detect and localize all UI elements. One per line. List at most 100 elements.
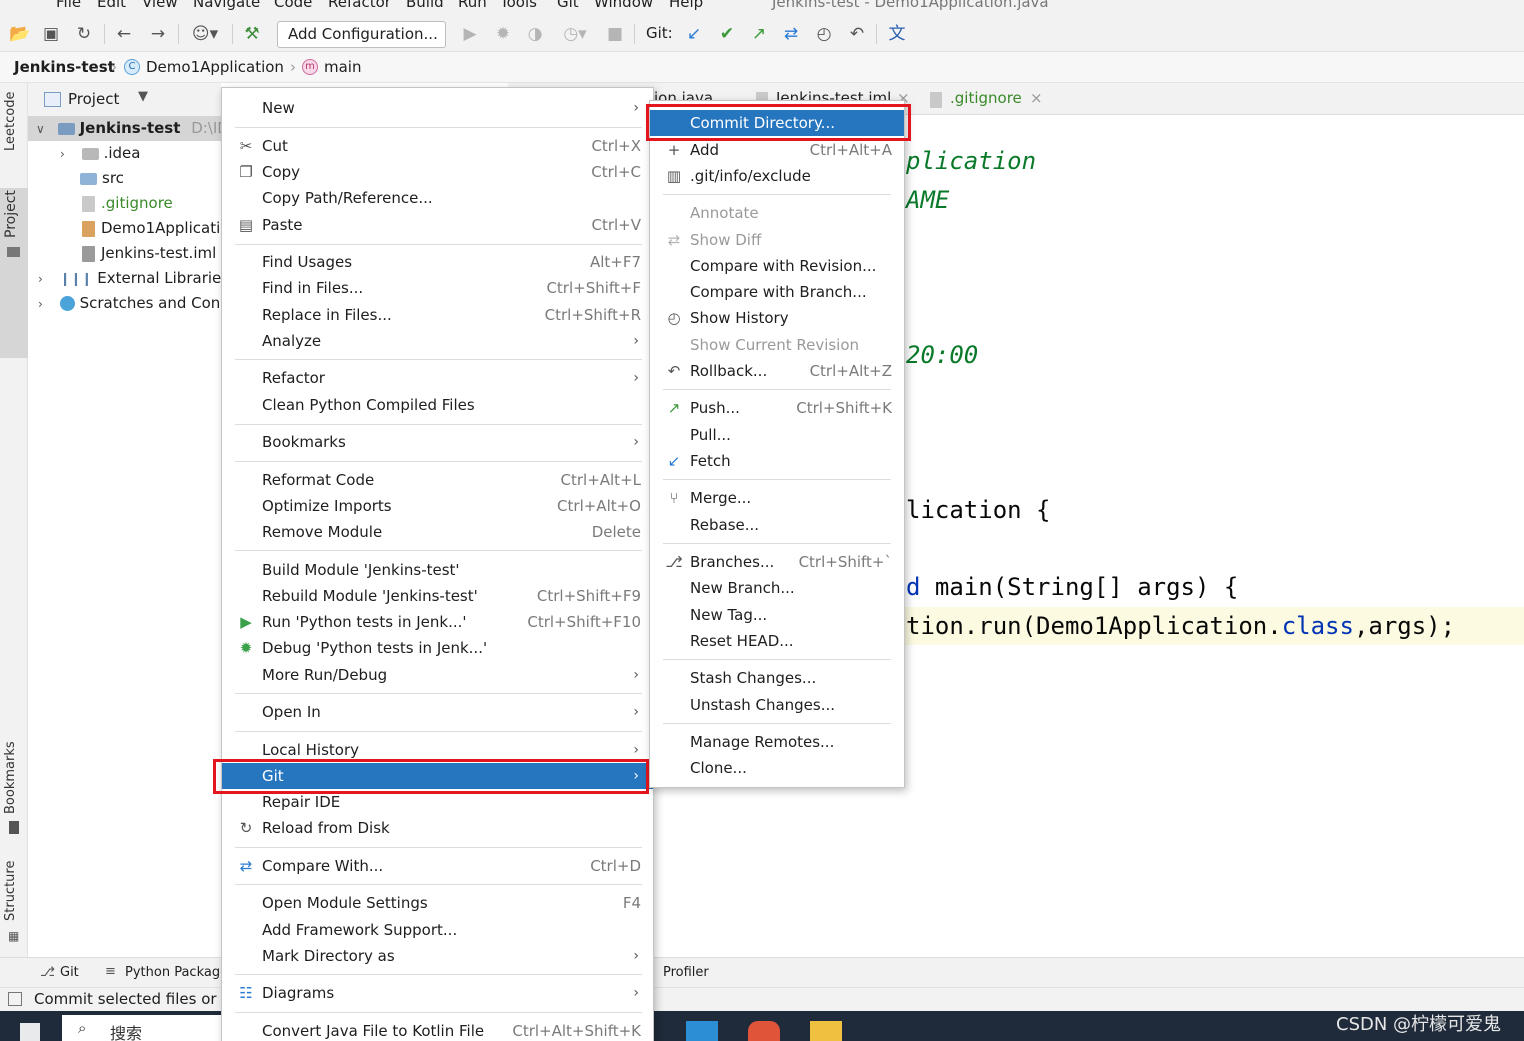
- menu-item-add-framework-support[interactable]: Add Framework Support...: [222, 917, 653, 943]
- menu-item-reformat-code[interactable]: Reformat Code Ctrl+Alt+L: [222, 467, 653, 493]
- git-item-show-history[interactable]: ◴ Show History: [650, 305, 904, 331]
- menu-item-debug[interactable]: ✹ Debug 'Python tests in Jenk...': [222, 635, 653, 661]
- menu-item-new[interactable]: New ›: [222, 95, 653, 121]
- breadcrumb-class[interactable]: Demo1Application: [146, 58, 284, 76]
- build-hammer-icon[interactable]: ⚒: [241, 23, 263, 45]
- menu-item-bookmarks[interactable]: Bookmarks ›: [222, 429, 653, 455]
- menu-item-more-run-debug[interactable]: More Run/Debug ›: [222, 662, 653, 688]
- git-item-push[interactable]: ↗ Push... Ctrl+Shift+K: [650, 395, 904, 421]
- close-icon[interactable]: ×: [1030, 89, 1043, 107]
- menu-item-paste[interactable]: ▤ Paste Ctrl+V: [222, 212, 653, 238]
- git-item-unstash-changes[interactable]: Unstash Changes...: [650, 692, 904, 718]
- menu-item-run[interactable]: ▶ Run 'Python tests in Jenk...' Ctrl+Shift…: [222, 609, 653, 635]
- menu-item-copy-path[interactable]: Copy Path/Reference...: [222, 185, 653, 211]
- git-item-rollback[interactable]: ↶ Rollback... Ctrl+Alt+Z: [650, 358, 904, 384]
- folder-app-icon[interactable]: [810, 1021, 842, 1041]
- menu-item-replace-in-files[interactable]: Replace in Files... Ctrl+Shift+R: [222, 302, 653, 328]
- git-item-reset-head[interactable]: Reset HEAD...: [650, 628, 904, 654]
- tree-item-external-libraries[interactable]: › ❙❙❙ External Libraries: [28, 266, 221, 291]
- git-item-new-branch[interactable]: New Branch...: [650, 575, 904, 601]
- structure-tool-tab[interactable]: Structure: [3, 861, 18, 921]
- menu-tools[interactable]: Tools: [500, 0, 537, 11]
- python-packages-tool-tab[interactable]: Python Package: [125, 965, 228, 980]
- git-item-merge[interactable]: ⑂ Merge...: [650, 485, 904, 511]
- sync-icon[interactable]: ↻: [73, 23, 95, 45]
- menu-item-remove-module[interactable]: Remove Module Delete: [222, 519, 653, 545]
- menu-item-build-module[interactable]: Build Module 'Jenkins-test': [222, 557, 653, 583]
- tree-item-iml[interactable]: Jenkins-test.iml: [28, 241, 221, 266]
- menu-item-compare-with[interactable]: ⇄ Compare With... Ctrl+D: [222, 853, 653, 879]
- git-item-fetch[interactable]: ↙ Fetch: [650, 448, 904, 474]
- git-rollback-icon[interactable]: ↶: [846, 23, 868, 45]
- menu-item-diagrams[interactable]: ☷ Diagrams ›: [222, 980, 653, 1006]
- tree-item-demo1application[interactable]: Demo1Applicati: [28, 216, 221, 241]
- git-item-compare-branch[interactable]: Compare with Branch...: [650, 279, 904, 305]
- menu-refactor[interactable]: Refactor: [328, 0, 391, 11]
- tree-root[interactable]: ∨ Jenkins-test D:\IDE: [28, 116, 221, 141]
- menu-item-rebuild-module[interactable]: Rebuild Module 'Jenkins-test' Ctrl+Shift+…: [222, 583, 653, 609]
- menu-item-refactor[interactable]: Refactor ›: [222, 365, 653, 391]
- menu-item-mark-directory-as[interactable]: Mark Directory as ›: [222, 943, 653, 969]
- menu-item-copy[interactable]: ❐ Copy Ctrl+C: [222, 159, 653, 185]
- menu-item-open-in[interactable]: Open In ›: [222, 699, 653, 725]
- git-item-clone[interactable]: Clone...: [650, 755, 904, 781]
- git-item-new-tag[interactable]: New Tag...: [650, 602, 904, 628]
- git-commit-icon[interactable]: ✔: [716, 23, 738, 45]
- menu-item-cut[interactable]: ✂ Cut Ctrl+X: [222, 133, 653, 159]
- menu-item-convert-to-kotlin[interactable]: Convert Java File to Kotlin File Ctrl+Alt…: [222, 1018, 653, 1041]
- menu-item-optimize-imports[interactable]: Optimize Imports Ctrl+Alt+O: [222, 493, 653, 519]
- git-item-exclude[interactable]: ▥ .git/info/exclude: [650, 163, 904, 189]
- profiler-tool-tab[interactable]: Profiler: [663, 965, 709, 980]
- app-icon[interactable]: [748, 1021, 780, 1041]
- git-tool-tab[interactable]: Git: [60, 965, 79, 980]
- project-tool-tab[interactable]: Project: [3, 190, 19, 238]
- git-item-manage-remotes[interactable]: Manage Remotes...: [650, 729, 904, 755]
- git-item-compare-revision[interactable]: Compare with Revision...: [650, 253, 904, 279]
- menu-item-find-usages[interactable]: Find Usages Alt+F7: [222, 249, 653, 275]
- git-item-branches[interactable]: ⎇ Branches... Ctrl+Shift+`: [650, 549, 904, 575]
- menu-navigate[interactable]: Navigate: [193, 0, 260, 11]
- git-item-rebase[interactable]: Rebase...: [650, 512, 904, 538]
- translate-icon[interactable]: 文: [886, 23, 908, 45]
- tree-item-gitignore[interactable]: .gitignore: [28, 191, 221, 216]
- back-icon[interactable]: ←: [113, 23, 135, 45]
- menu-help[interactable]: Help: [669, 0, 703, 11]
- breadcrumb-project[interactable]: Jenkins-test: [14, 58, 115, 76]
- menu-item-analyze[interactable]: Analyze ›: [222, 328, 653, 354]
- tab-gitignore[interactable]: .gitignore: [950, 89, 1022, 107]
- git-item-pull[interactable]: Pull...: [650, 422, 904, 448]
- bookmarks-tool-tab[interactable]: Bookmarks: [3, 741, 18, 814]
- app-icon[interactable]: [686, 1021, 718, 1041]
- breadcrumb-method[interactable]: main: [324, 58, 361, 76]
- menu-item-clean-python[interactable]: Clean Python Compiled Files: [222, 392, 653, 418]
- git-item-stash-changes[interactable]: Stash Changes...: [650, 665, 904, 691]
- menu-build[interactable]: Build: [406, 0, 444, 11]
- menu-file[interactable]: File: [56, 0, 81, 11]
- project-view-title[interactable]: Project: [68, 90, 119, 108]
- menu-item-find-in-files[interactable]: Find in Files... Ctrl+Shift+F: [222, 275, 653, 301]
- taskbar-search-box[interactable]: ⌕ 搜索: [62, 1015, 242, 1041]
- tree-item-idea[interactable]: › .idea: [28, 141, 221, 166]
- menu-item-reload-from-disk[interactable]: ↻ Reload from Disk: [222, 815, 653, 841]
- menu-run[interactable]: Run: [458, 0, 487, 11]
- user-dropdown-icon[interactable]: ☺▾: [188, 23, 222, 45]
- git-compare-icon[interactable]: ⇄: [780, 23, 802, 45]
- open-folder-icon[interactable]: 📂: [9, 23, 31, 45]
- menu-git[interactable]: Git: [557, 0, 579, 11]
- git-update-icon[interactable]: ↙: [683, 23, 705, 45]
- add-configuration-button[interactable]: Add Configuration...: [277, 21, 446, 48]
- git-history-icon[interactable]: ◴: [813, 23, 835, 45]
- chevron-down-icon[interactable]: ▼: [138, 89, 148, 104]
- git-push-icon[interactable]: ↗: [748, 23, 770, 45]
- menu-edit[interactable]: Edit: [97, 0, 126, 11]
- forward-icon[interactable]: →: [147, 23, 169, 45]
- tree-item-src[interactable]: src: [28, 166, 221, 191]
- leetcode-tool-tab[interactable]: Leetcode: [3, 92, 18, 151]
- menu-window[interactable]: Window: [594, 0, 653, 11]
- windows-start-icon[interactable]: [20, 1023, 40, 1041]
- menu-view[interactable]: View: [142, 0, 178, 11]
- menu-code[interactable]: Code: [274, 0, 312, 11]
- menu-item-open-module-settings[interactable]: Open Module Settings F4: [222, 890, 653, 916]
- tree-item-scratches[interactable]: › Scratches and Cons: [28, 291, 221, 316]
- save-all-icon[interactable]: ▣: [40, 23, 62, 45]
